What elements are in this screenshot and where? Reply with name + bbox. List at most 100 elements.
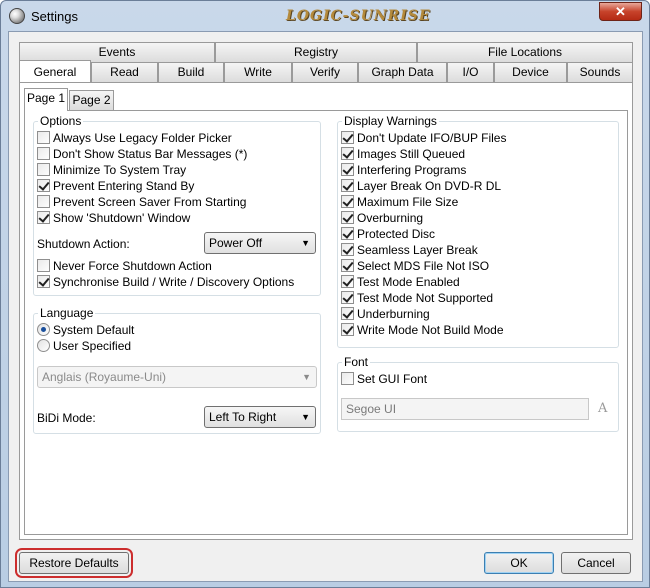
minimize-to-tray-checkbox[interactable]: Minimize To System Tray [37, 162, 186, 178]
checkbox-box[interactable] [341, 323, 354, 336]
tab-events[interactable]: Events [19, 42, 215, 62]
tab-sounds[interactable]: Sounds [567, 62, 633, 82]
restore-defaults-button[interactable]: Restore Defaults [15, 548, 133, 578]
button-label: Restore Defaults [29, 556, 119, 570]
tab-label: Graph Data [371, 65, 434, 79]
bidi-mode-label: BiDi Mode: [37, 411, 96, 425]
page-1-panel: Options Always Use Legacy Folder Picker … [24, 110, 628, 535]
cancel-button[interactable]: Cancel [561, 552, 631, 574]
system-default-radio[interactable]: System Default [37, 322, 134, 338]
language-select[interactable]: Anglais (Royaume-Uni) ▼ [37, 366, 317, 388]
checkbox-box[interactable] [341, 275, 354, 288]
subtab-page-2[interactable]: Page 2 [69, 90, 114, 110]
ok-button[interactable]: OK [484, 552, 554, 574]
checkbox-label: Select MDS File Not ISO [357, 259, 490, 273]
tab-label: Read [110, 65, 139, 79]
chevron-down-icon: ▼ [301, 412, 310, 422]
warn-test-mode-enabled-checkbox[interactable]: Test Mode Enabled [341, 274, 460, 290]
warn-seamless-layer-break-checkbox[interactable]: Seamless Layer Break [341, 242, 478, 258]
checkbox-box[interactable] [341, 243, 354, 256]
tab-general[interactable]: General [19, 60, 91, 82]
checkbox-label: Set GUI Font [357, 372, 428, 386]
radio-circle[interactable] [37, 339, 50, 352]
checkbox-box[interactable] [341, 163, 354, 176]
checkbox-box[interactable] [37, 163, 50, 176]
font-name-field[interactable]: Segoe UI [341, 398, 589, 420]
checkbox-box[interactable] [341, 179, 354, 192]
subtab-page-1[interactable]: Page 1 [24, 88, 68, 111]
prevent-screensaver-checkbox[interactable]: Prevent Screen Saver From Starting [37, 194, 246, 210]
tab-registry[interactable]: Registry [215, 42, 417, 62]
checkbox-label: Prevent Screen Saver From Starting [53, 195, 247, 209]
checkbox-box[interactable] [341, 195, 354, 208]
font-picker-icon[interactable]: A [598, 401, 607, 416]
tab-label: I/O [462, 65, 479, 79]
checkbox-box[interactable] [37, 259, 50, 272]
font-name-value: Segoe UI [346, 402, 397, 416]
warn-select-mds-checkbox[interactable]: Select MDS File Not ISO [341, 258, 489, 274]
checkbox-box[interactable] [341, 259, 354, 272]
checkbox-box[interactable] [37, 275, 50, 288]
warn-images-queued-checkbox[interactable]: Images Still Queued [341, 146, 465, 162]
warn-ifo-bup-checkbox[interactable]: Don't Update IFO/BUP Files [341, 130, 506, 146]
legacy-folder-picker-checkbox[interactable]: Always Use Legacy Folder Picker [37, 130, 232, 146]
checkbox-label: Don't Show Status Bar Messages (*) [53, 147, 248, 161]
checkbox-box[interactable] [37, 195, 50, 208]
checkbox-box[interactable] [37, 211, 50, 224]
tab-build[interactable]: Build [158, 62, 224, 82]
tab-write[interactable]: Write [224, 62, 292, 82]
tab-device[interactable]: Device [494, 62, 567, 82]
checkbox-box[interactable] [341, 307, 354, 320]
dialog-client: Events Registry File Locations General R… [8, 31, 643, 582]
checkbox-box[interactable] [341, 227, 354, 240]
checkbox-box[interactable] [37, 147, 50, 160]
warn-max-file-size-checkbox[interactable]: Maximum File Size [341, 194, 458, 210]
checkbox-label: Maximum File Size [357, 195, 459, 209]
select-value: Anglais (Royaume-Uni) [42, 370, 167, 384]
watermark-logo: LOGIC-SUNRISE [286, 8, 431, 24]
show-shutdown-window-checkbox[interactable]: Show 'Shutdown' Window [37, 210, 190, 226]
checkbox-box[interactable] [341, 291, 354, 304]
never-force-shutdown-checkbox[interactable]: Never Force Shutdown Action [37, 258, 212, 274]
tab-label: Registry [293, 45, 338, 59]
language-title: Language [38, 306, 96, 320]
tab-graph-data[interactable]: Graph Data [358, 62, 447, 82]
synchronise-options-checkbox[interactable]: Synchronise Build / Write / Discovery Op… [37, 274, 294, 290]
tab-row-top: Events Registry File Locations [19, 42, 633, 62]
set-gui-font-checkbox[interactable]: Set GUI Font [341, 371, 427, 387]
warn-write-mode-checkbox[interactable]: Write Mode Not Build Mode [341, 322, 504, 338]
checkbox-box[interactable] [37, 131, 50, 144]
shutdown-action-select[interactable]: Power Off ▼ [204, 232, 316, 254]
tab-read[interactable]: Read [91, 62, 158, 82]
tab-file-locations[interactable]: File Locations [417, 42, 633, 62]
warn-protected-disc-checkbox[interactable]: Protected Disc [341, 226, 435, 242]
tab-io[interactable]: I/O [447, 62, 494, 82]
warn-underburning-checkbox[interactable]: Underburning [341, 306, 430, 322]
checkbox-label: Seamless Layer Break [357, 243, 478, 257]
warn-test-mode-not-supported-checkbox[interactable]: Test Mode Not Supported [341, 290, 493, 306]
tab-verify[interactable]: Verify [292, 62, 358, 82]
tab-label: General [33, 65, 77, 79]
checkbox-box[interactable] [341, 147, 354, 160]
warn-layer-break-checkbox[interactable]: Layer Break On DVD-R DL [341, 178, 501, 194]
checkbox-box[interactable] [37, 179, 50, 192]
title-bar[interactable]: Settings LOGIC-SUNRISE ✕ [1, 1, 649, 31]
radio-circle[interactable] [37, 323, 50, 336]
options-title: Options [38, 114, 84, 128]
checkbox-label: Layer Break On DVD-R DL [357, 179, 502, 193]
display-warnings-group: Display Warnings Don't Update IFO/BUP Fi… [337, 114, 619, 348]
checkbox-label: Synchronise Build / Write / Discovery Op… [53, 275, 295, 289]
checkbox-box[interactable] [341, 211, 354, 224]
checkbox-box[interactable] [341, 372, 354, 385]
prevent-standby-checkbox[interactable]: Prevent Entering Stand By [37, 178, 194, 194]
close-button[interactable]: ✕ [599, 2, 642, 21]
user-specified-radio[interactable]: User Specified [37, 338, 131, 354]
subtab-label: Page 2 [72, 93, 111, 107]
display-warnings-title: Display Warnings [342, 114, 439, 128]
checkbox-box[interactable] [341, 131, 354, 144]
chevron-down-icon: ▼ [301, 238, 310, 248]
warn-interfering-programs-checkbox[interactable]: Interfering Programs [341, 162, 466, 178]
no-status-bar-messages-checkbox[interactable]: Don't Show Status Bar Messages (*) [37, 146, 247, 162]
warn-overburning-checkbox[interactable]: Overburning [341, 210, 423, 226]
bidi-mode-select[interactable]: Left To Right ▼ [204, 406, 316, 428]
